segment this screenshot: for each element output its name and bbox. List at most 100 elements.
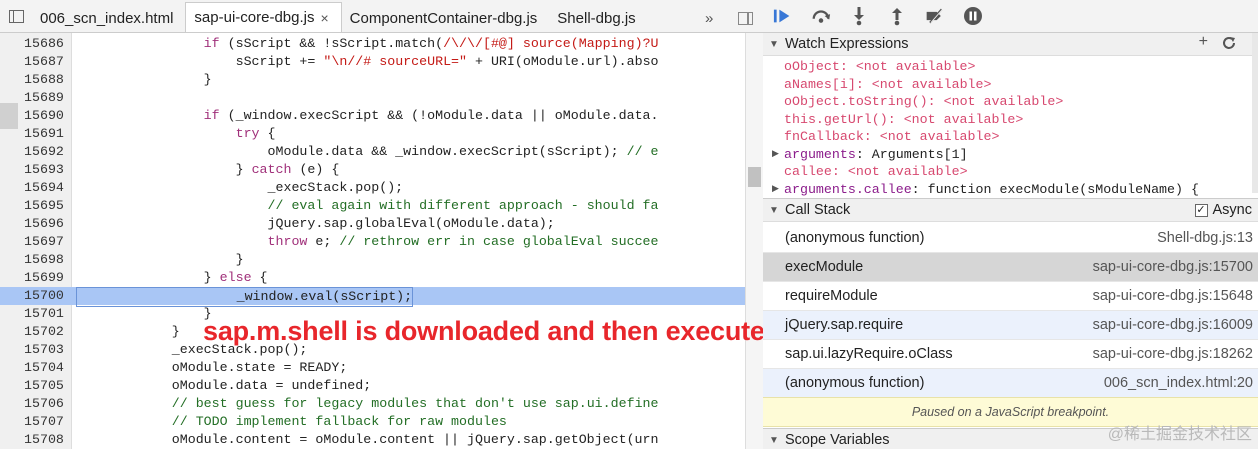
line-number[interactable]: 15693: [24, 161, 68, 179]
watch-expression[interactable]: ▶ arguments.callee: function execModule(s…: [763, 181, 1258, 199]
step-over-icon[interactable]: [811, 6, 831, 26]
code-line[interactable]: 15689: [0, 89, 745, 107]
line-number[interactable]: 15695: [24, 197, 68, 215]
code-text: if (_window.execScript && (!oModule.data…: [203, 108, 659, 123]
frame-location-link[interactable]: Shell-dbg.js:13: [1157, 230, 1253, 246]
editor-tab-bar: 006_scn_index.html sap-ui-core-dbg.js × C…: [0, 0, 763, 33]
editor-scrollbar[interactable]: [745, 33, 763, 449]
line-number[interactable]: 15703: [24, 341, 68, 359]
call-stack-frame[interactable]: execModule sap-ui-core-dbg.js:15700: [763, 253, 1258, 282]
line-number[interactable]: 15687: [24, 53, 68, 71]
expand-triangle-icon[interactable]: ▶: [772, 146, 779, 164]
call-stack-frame[interactable]: (anonymous function) 006_scn_index.html:2…: [763, 369, 1258, 398]
code-line[interactable]: 15699 } else {: [0, 269, 745, 287]
add-watch-icon[interactable]: +: [1199, 33, 1208, 55]
code-view[interactable]: 15686 if (sScript && !sScript.match(/\/\…: [0, 33, 745, 449]
code-line[interactable]: 15696 jQuery.sap.globalEval(oModule.data…: [0, 215, 745, 233]
toggle-debugger-icon[interactable]: [727, 4, 763, 32]
frame-location-link[interactable]: sap-ui-core-dbg.js:15648: [1093, 288, 1253, 304]
watch-expression[interactable]: callee: <not available>: [763, 163, 1258, 181]
code-line[interactable]: 15700 _window.eval(sScript);: [0, 287, 745, 307]
line-number[interactable]: 15689: [24, 89, 68, 107]
line-number[interactable]: 15700: [24, 287, 68, 305]
collapse-triangle-icon[interactable]: ▼: [763, 435, 785, 446]
code-line[interactable]: 15707 // TODO implement fallback for raw…: [0, 413, 745, 431]
watch-expression[interactable]: ▶ arguments: Arguments[1]: [763, 146, 1258, 164]
async-checkbox[interactable]: ✓: [1194, 203, 1208, 217]
line-number[interactable]: 15691: [24, 125, 68, 143]
code-line[interactable]: 15708 oModule.content = oModule.content …: [0, 431, 745, 449]
code-line[interactable]: 15706 // best guess for legacy modules t…: [0, 395, 745, 413]
watch-expression[interactable]: this.getUrl(): <not available>: [763, 111, 1258, 129]
code-line[interactable]: 15692 oModule.data && _window.execScript…: [0, 143, 745, 161]
code-line[interactable]: 15694 _execStack.pop();: [0, 179, 745, 197]
sidebar-scrollbar[interactable]: [1252, 33, 1258, 193]
expand-triangle-icon[interactable]: ▶: [772, 181, 779, 199]
scrollbar-thumb[interactable]: [748, 167, 761, 187]
code-line[interactable]: 15687 sScript += "\n//# sourceURL=" + UR…: [0, 53, 745, 71]
watch-name: fnCallback: [784, 129, 864, 144]
watch-expression[interactable]: oObject.toString(): <not available>: [763, 93, 1258, 111]
line-number[interactable]: 15694: [24, 179, 68, 197]
async-toggle[interactable]: ✓ Async: [1194, 202, 1253, 218]
resume-icon[interactable]: [773, 6, 793, 26]
deactivate-breakpoints-icon[interactable]: [925, 6, 945, 26]
code-line[interactable]: 15705 oModule.data = undefined;: [0, 377, 745, 395]
line-number[interactable]: 15690: [24, 107, 68, 125]
collapse-triangle-icon[interactable]: ▼: [763, 205, 785, 216]
tab-sap-ui-core-dbg[interactable]: sap-ui-core-dbg.js ×: [185, 2, 342, 32]
watch-expressions-header[interactable]: ▼ Watch Expressions +: [763, 32, 1258, 56]
line-number[interactable]: 15698: [24, 251, 68, 269]
line-number[interactable]: 15708: [24, 431, 68, 449]
line-number[interactable]: 15707: [24, 413, 68, 431]
line-number[interactable]: 15702: [24, 323, 68, 341]
line-number[interactable]: 15705: [24, 377, 68, 395]
step-out-icon[interactable]: [887, 6, 907, 26]
watch-expression[interactable]: aNames[i]: <not available>: [763, 76, 1258, 94]
frame-location-link[interactable]: 006_scn_index.html:20: [1104, 375, 1253, 391]
line-number[interactable]: 15706: [24, 395, 68, 413]
watch-name: arguments.callee: [784, 181, 912, 197]
code-line[interactable]: 15690 if (_window.execScript && (!oModul…: [0, 107, 745, 125]
call-stack-frame[interactable]: jQuery.sap.require sap-ui-core-dbg.js:160…: [763, 311, 1258, 340]
code-line[interactable]: 15698 }: [0, 251, 745, 269]
pause-on-exceptions-icon[interactable]: [963, 6, 983, 26]
call-stack-header[interactable]: ▼ Call Stack ✓ Async: [763, 198, 1258, 222]
tab-shell-dbg[interactable]: Shell-dbg.js: [549, 4, 647, 32]
code-line[interactable]: 15691 try {: [0, 125, 745, 143]
line-number[interactable]: 15696: [24, 215, 68, 233]
code-line[interactable]: 15686 if (sScript && !sScript.match(/\/\…: [0, 35, 745, 53]
toggle-navigator-icon[interactable]: [0, 0, 32, 32]
line-number[interactable]: 15699: [24, 269, 68, 287]
watch-separator: :: [855, 76, 872, 92]
code-line[interactable]: 15697 throw e; // rethrow err in case gl…: [0, 233, 745, 251]
code-line[interactable]: 15704 oModule.state = READY;: [0, 359, 745, 377]
watch-expression[interactable]: oObject: <not available>: [763, 58, 1258, 76]
code-line[interactable]: 15693 } catch (e) {: [0, 161, 745, 179]
code-line[interactable]: 15688 }: [0, 71, 745, 89]
tab-006-scn-index[interactable]: 006_scn_index.html: [32, 4, 185, 32]
line-number[interactable]: 15692: [24, 143, 68, 161]
watch-value: <not available>: [871, 76, 992, 92]
call-stack-frame[interactable]: sap.ui.lazyRequire.oClass sap-ui-core-dbg…: [763, 340, 1258, 369]
frame-location-link[interactable]: sap-ui-core-dbg.js:18262: [1093, 346, 1253, 362]
tab-componentcontainer-dbg[interactable]: ComponentContainer-dbg.js: [342, 4, 550, 32]
watch-expression[interactable]: fnCallback: <not available>: [763, 128, 1258, 146]
line-number[interactable]: 15697: [24, 233, 68, 251]
frame-location-link[interactable]: sap-ui-core-dbg.js:15700: [1093, 259, 1253, 275]
code-text: }: [76, 252, 244, 267]
step-into-icon[interactable]: [849, 6, 869, 26]
collapse-triangle-icon[interactable]: ▼: [763, 39, 785, 50]
code-line[interactable]: 15695 // eval again with different appro…: [0, 197, 745, 215]
call-stack-frame[interactable]: (anonymous function) Shell-dbg.js:13: [763, 224, 1258, 253]
call-stack-frame[interactable]: requireModule sap-ui-core-dbg.js:15648: [763, 282, 1258, 311]
refresh-icon[interactable]: [1222, 33, 1236, 55]
line-number[interactable]: 15704: [24, 359, 68, 377]
line-number[interactable]: 15688: [24, 71, 68, 89]
line-number[interactable]: 15701: [24, 305, 68, 323]
more-tabs-chevron-icon[interactable]: »: [705, 4, 727, 32]
line-number[interactable]: 15686: [24, 35, 68, 53]
frame-location-link[interactable]: sap-ui-core-dbg.js:16009: [1093, 317, 1253, 333]
close-icon[interactable]: ×: [320, 10, 328, 26]
async-label: Async: [1212, 202, 1253, 218]
